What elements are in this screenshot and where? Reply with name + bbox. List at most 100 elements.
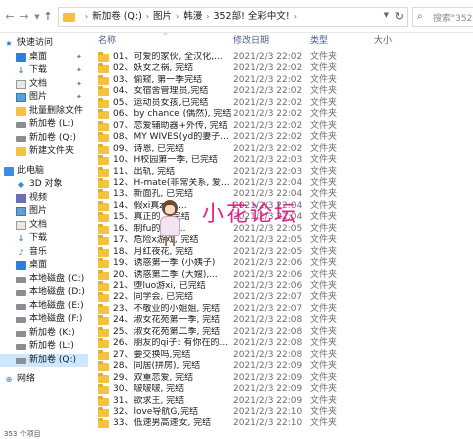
sidebar-item[interactable]: 批量删除文件 bbox=[0, 105, 88, 118]
breadcrumb-separator-icon[interactable]: › bbox=[146, 12, 149, 21]
sidebar-item[interactable]: ↓ 下载 bbox=[0, 232, 88, 245]
folder-icon bbox=[98, 384, 109, 395]
pin-icon[interactable]: ✦ bbox=[76, 51, 82, 64]
pin-icon[interactable]: ✦ bbox=[76, 91, 82, 104]
sidebar-item[interactable]: 此电脑 bbox=[0, 165, 88, 178]
folder-icon bbox=[98, 395, 109, 406]
pin-icon[interactable]: ✦ bbox=[76, 78, 82, 91]
up-arrow-icon[interactable]: ↑ bbox=[42, 10, 54, 24]
column-header-size[interactable]: 大小 bbox=[374, 33, 392, 49]
file-row[interactable]: 32、love导航G,完结 2021/2/3 22:10 文件夹 bbox=[88, 406, 473, 419]
file-row[interactable]: 22、同学会, 已完结 2021/2/3 22:07 文件夹 bbox=[88, 292, 473, 304]
file-row[interactable]: 25、淑女花苑第二季, 完结 2021/2/3 22:08 文件夹 bbox=[88, 326, 473, 339]
file-name: 06、by chance (偶然), 完结 bbox=[113, 109, 232, 120]
sidebar-item-label: 网络 bbox=[17, 374, 36, 384]
address-history-chevron-icon[interactable]: ▼ bbox=[384, 11, 389, 19]
file-row[interactable]: 24、淑女花苑第一季, 完结 2021/2/3 22:08 文件夹 bbox=[88, 315, 473, 327]
file-type: 文件夹 bbox=[310, 292, 338, 303]
file-type: 文件夹 bbox=[310, 246, 338, 257]
sidebar-item[interactable]: 桌面 bbox=[0, 259, 88, 272]
sidebar-item[interactable]: 本地磁盘 (D:) bbox=[0, 286, 88, 299]
refresh-icon[interactable]: ↻ bbox=[395, 10, 404, 23]
picture-icon bbox=[16, 93, 26, 102]
address-bar[interactable]: › 新加卷 (Q:) › 图片 › 韩漫 › 352部! 全彩中文! › ▼ ↻ bbox=[58, 7, 408, 27]
back-arrow-icon[interactable]: ← bbox=[4, 10, 16, 24]
file-row[interactable]: 30、啵啵啵, 完结 2021/2/3 22:09 文件夹 bbox=[88, 384, 473, 396]
column-header-type[interactable]: 类型 bbox=[310, 33, 328, 49]
sidebar-item[interactable]: ♪ 音乐 bbox=[0, 246, 88, 259]
file-row[interactable]: 28、同居(拼房), 完结 2021/2/3 22:09 文件夹 bbox=[88, 361, 473, 373]
file-row[interactable]: 01、可爱的家伙, 全汉化,... 2021/2/3 22:02 文件夹 bbox=[88, 52, 473, 64]
file-row[interactable]: 18、月红夜花, 完结 2021/2/3 22:05 文件夹 bbox=[88, 246, 473, 259]
sidebar-item[interactable]: 本地磁盘 (C:) bbox=[0, 273, 88, 286]
sidebar-item[interactable]: 文档 bbox=[0, 219, 88, 232]
breadcrumb-separator-icon[interactable]: › bbox=[176, 12, 179, 21]
sidebar-item[interactable]: ◆ 3D 对象 bbox=[0, 178, 88, 191]
sidebar-item-label: 音乐 bbox=[29, 246, 48, 257]
file-row[interactable]: 08、MY WIVES(yd的妻子... 2021/2/3 22:02 文件夹 bbox=[88, 132, 473, 144]
breadcrumb-separator-icon[interactable]: › bbox=[206, 12, 209, 21]
search-input[interactable]: ⌕ 搜索"352部! bbox=[412, 7, 473, 27]
recent-locations-chevron-icon[interactable]: ▼ bbox=[33, 10, 41, 24]
column-header-date[interactable]: 修改日期 bbox=[233, 33, 269, 49]
sidebar-item-label: 快速访问 bbox=[17, 38, 54, 48]
file-row[interactable]: 07、恋爱辅助器+外传, 完结 2021/2/3 22:02 文件夹 bbox=[88, 120, 473, 133]
sidebar-item[interactable]: 图片 ✦ bbox=[0, 91, 88, 104]
file-date: 2021/2/3 22:02 bbox=[233, 120, 303, 131]
breadcrumb-separator-icon[interactable]: › bbox=[85, 12, 88, 21]
sidebar-item[interactable]: 新加卷 (Q:) bbox=[0, 132, 88, 145]
file-row[interactable]: 31、欲求王, 完结 2021/2/3 22:09 文件夹 bbox=[88, 395, 473, 408]
file-row[interactable]: 19、诱惑第一季 (小姨子) 2021/2/3 22:06 文件夹 bbox=[88, 258, 473, 270]
breadcrumb-item[interactable]: 352部! 全彩中文! bbox=[213, 11, 289, 22]
drive-icon bbox=[16, 357, 26, 364]
file-name: 31、欲求王, 完结 bbox=[113, 395, 185, 406]
sidebar-item[interactable]: 本地磁盘 (F:) bbox=[0, 313, 88, 326]
breadcrumb-item[interactable]: 图片 bbox=[153, 11, 172, 22]
sidebar-item[interactable]: 新加卷 (L:) bbox=[0, 340, 88, 353]
sidebar-item[interactable]: ⊕ 网络 bbox=[0, 373, 88, 386]
file-row[interactable]: 05、运动员女孩,已完结 2021/2/3 22:02 文件夹 bbox=[88, 97, 473, 110]
file-row[interactable]: 21、堕luo游xi, 已完结 2021/2/3 22:06 文件夹 bbox=[88, 281, 473, 293]
column-header-name[interactable]: 名称 bbox=[98, 33, 116, 49]
file-date: 2021/2/3 22:02 bbox=[233, 97, 303, 108]
sidebar-item[interactable]: 图片 bbox=[0, 205, 88, 218]
file-row[interactable]: 02、妖女之祸, 完结 2021/2/3 22:02 文件夹 bbox=[88, 63, 473, 75]
sidebar-item[interactable]: ★ 快速访问 bbox=[0, 37, 88, 50]
file-name: 25、淑女花苑第二季, 完结 bbox=[113, 326, 221, 337]
breadcrumb-item[interactable]: 新加卷 (Q:) bbox=[92, 11, 142, 22]
file-date: 2021/2/3 22:02 bbox=[233, 74, 303, 85]
folder-icon bbox=[98, 63, 109, 74]
sidebar-item[interactable]: 文档 ✦ bbox=[0, 78, 88, 91]
forward-arrow-icon[interactable]: → bbox=[18, 10, 30, 24]
sidebar-item[interactable]: 新加卷 (L:) bbox=[0, 118, 88, 131]
sidebar-item[interactable]: 桌面 ✦ bbox=[0, 51, 88, 64]
file-row[interactable]: 26、朋友的qi子: 有你在的... 2021/2/3 22:08 文件夹 bbox=[88, 338, 473, 350]
file-row[interactable]: 11、出轨, 完结 2021/2/3 22:03 文件夹 bbox=[88, 166, 473, 179]
file-row[interactable]: 04、女宿舍管理员,完结 2021/2/3 22:02 文件夹 bbox=[88, 86, 473, 98]
file-row[interactable]: 20、诱惑第二季 (大嫂),... 2021/2/3 22:06 文件夹 bbox=[88, 269, 473, 282]
file-row[interactable]: 27、要交换吗,完结 2021/2/3 22:08 文件夹 bbox=[88, 349, 473, 362]
sidebar-item[interactable]: 新建文件夹 bbox=[0, 145, 88, 158]
file-date: 2021/2/3 22:09 bbox=[233, 372, 303, 383]
file-row[interactable]: 03、偷窥, 第一季完结 2021/2/3 22:02 文件夹 bbox=[88, 74, 473, 87]
file-row[interactable]: 09、诗恩, 已完结 2021/2/3 22:02 文件夹 bbox=[88, 143, 473, 156]
document-icon bbox=[16, 220, 26, 230]
file-row[interactable]: 29、双重恋爱, 完结 2021/2/3 22:09 文件夹 bbox=[88, 372, 473, 385]
sidebar-item[interactable]: 新加卷 (Q:) bbox=[0, 353, 88, 367]
sidebar-item-label: 下载 bbox=[29, 233, 48, 243]
desktop-icon bbox=[16, 261, 26, 270]
pin-icon[interactable]: ✦ bbox=[76, 64, 82, 77]
file-row[interactable]: 06、by chance (偶然), 完结 2021/2/3 22:02 文件夹 bbox=[88, 109, 473, 121]
sidebar-item[interactable]: 本地磁盘 (E:) bbox=[0, 300, 88, 313]
sidebar-item[interactable]: 视频 bbox=[0, 192, 88, 205]
breadcrumb-separator-icon[interactable]: › bbox=[294, 12, 297, 21]
sidebar-item-label: 图片 bbox=[29, 92, 48, 102]
file-row[interactable]: 10、H校园第一季, 已完结 2021/2/3 22:03 文件夹 bbox=[88, 155, 473, 167]
sidebar-item[interactable]: ↓ 下载 ✦ bbox=[0, 64, 88, 77]
sidebar-item[interactable]: 新加卷 (K:) bbox=[0, 327, 88, 340]
drive-icon bbox=[16, 344, 26, 350]
file-row[interactable]: 23、不敬业的小姐姐, 完结 2021/2/3 22:07 文件夹 bbox=[88, 303, 473, 316]
folder-icon bbox=[98, 281, 109, 291]
file-row[interactable]: 12、H-mate(非常关系, 爱... 2021/2/3 22:04 文件夹 bbox=[88, 177, 473, 190]
breadcrumb-item[interactable]: 韩漫 bbox=[183, 11, 202, 22]
